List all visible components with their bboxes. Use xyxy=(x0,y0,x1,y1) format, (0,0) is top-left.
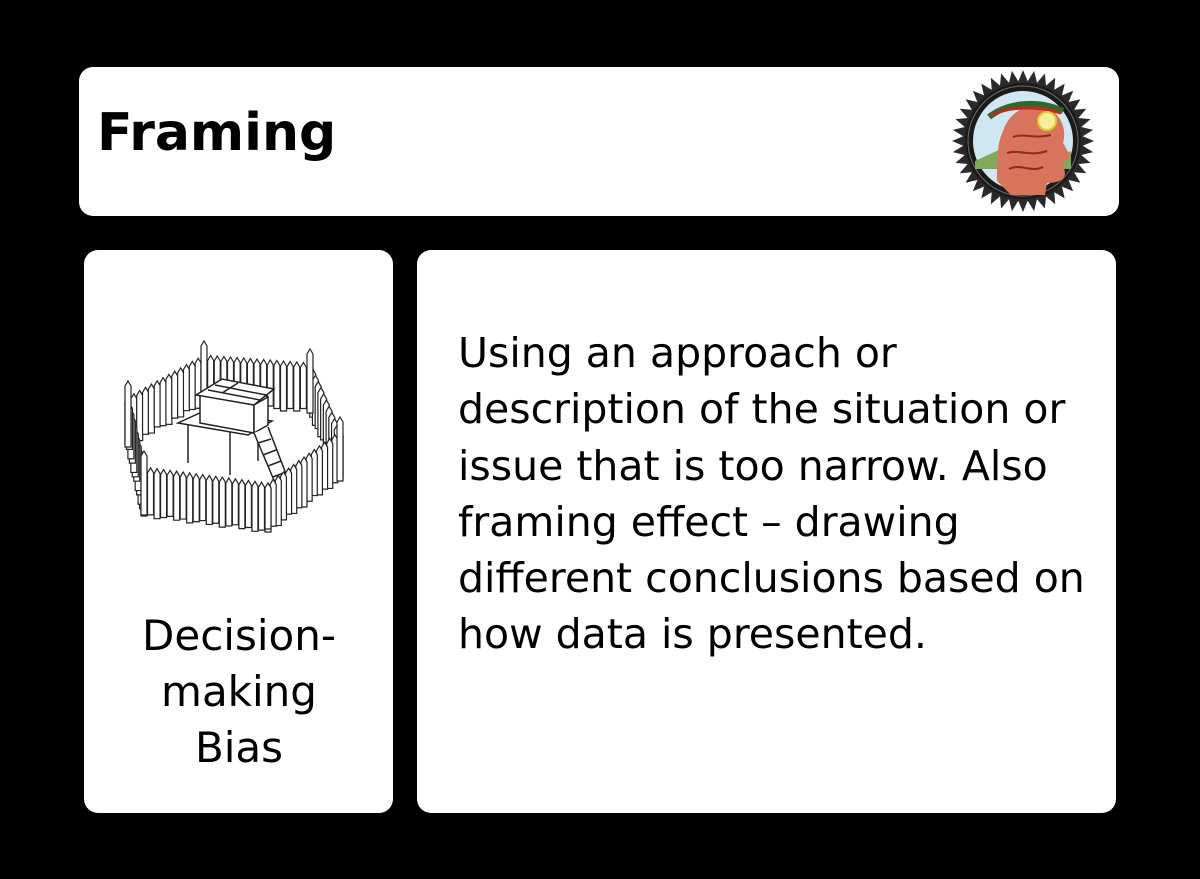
card-title: Framing xyxy=(97,103,337,163)
stockade-fort-icon xyxy=(124,339,344,533)
category-panel: Decision-making Bias xyxy=(84,250,393,813)
laurel-head-seal-icon xyxy=(952,70,1094,212)
description-panel: Using an approach or description of the … xyxy=(417,250,1116,813)
description-text: Using an approach or description of the … xyxy=(458,329,1085,659)
title-panel: Framing xyxy=(79,67,1119,216)
category-label: Decision-making Bias xyxy=(142,611,336,772)
